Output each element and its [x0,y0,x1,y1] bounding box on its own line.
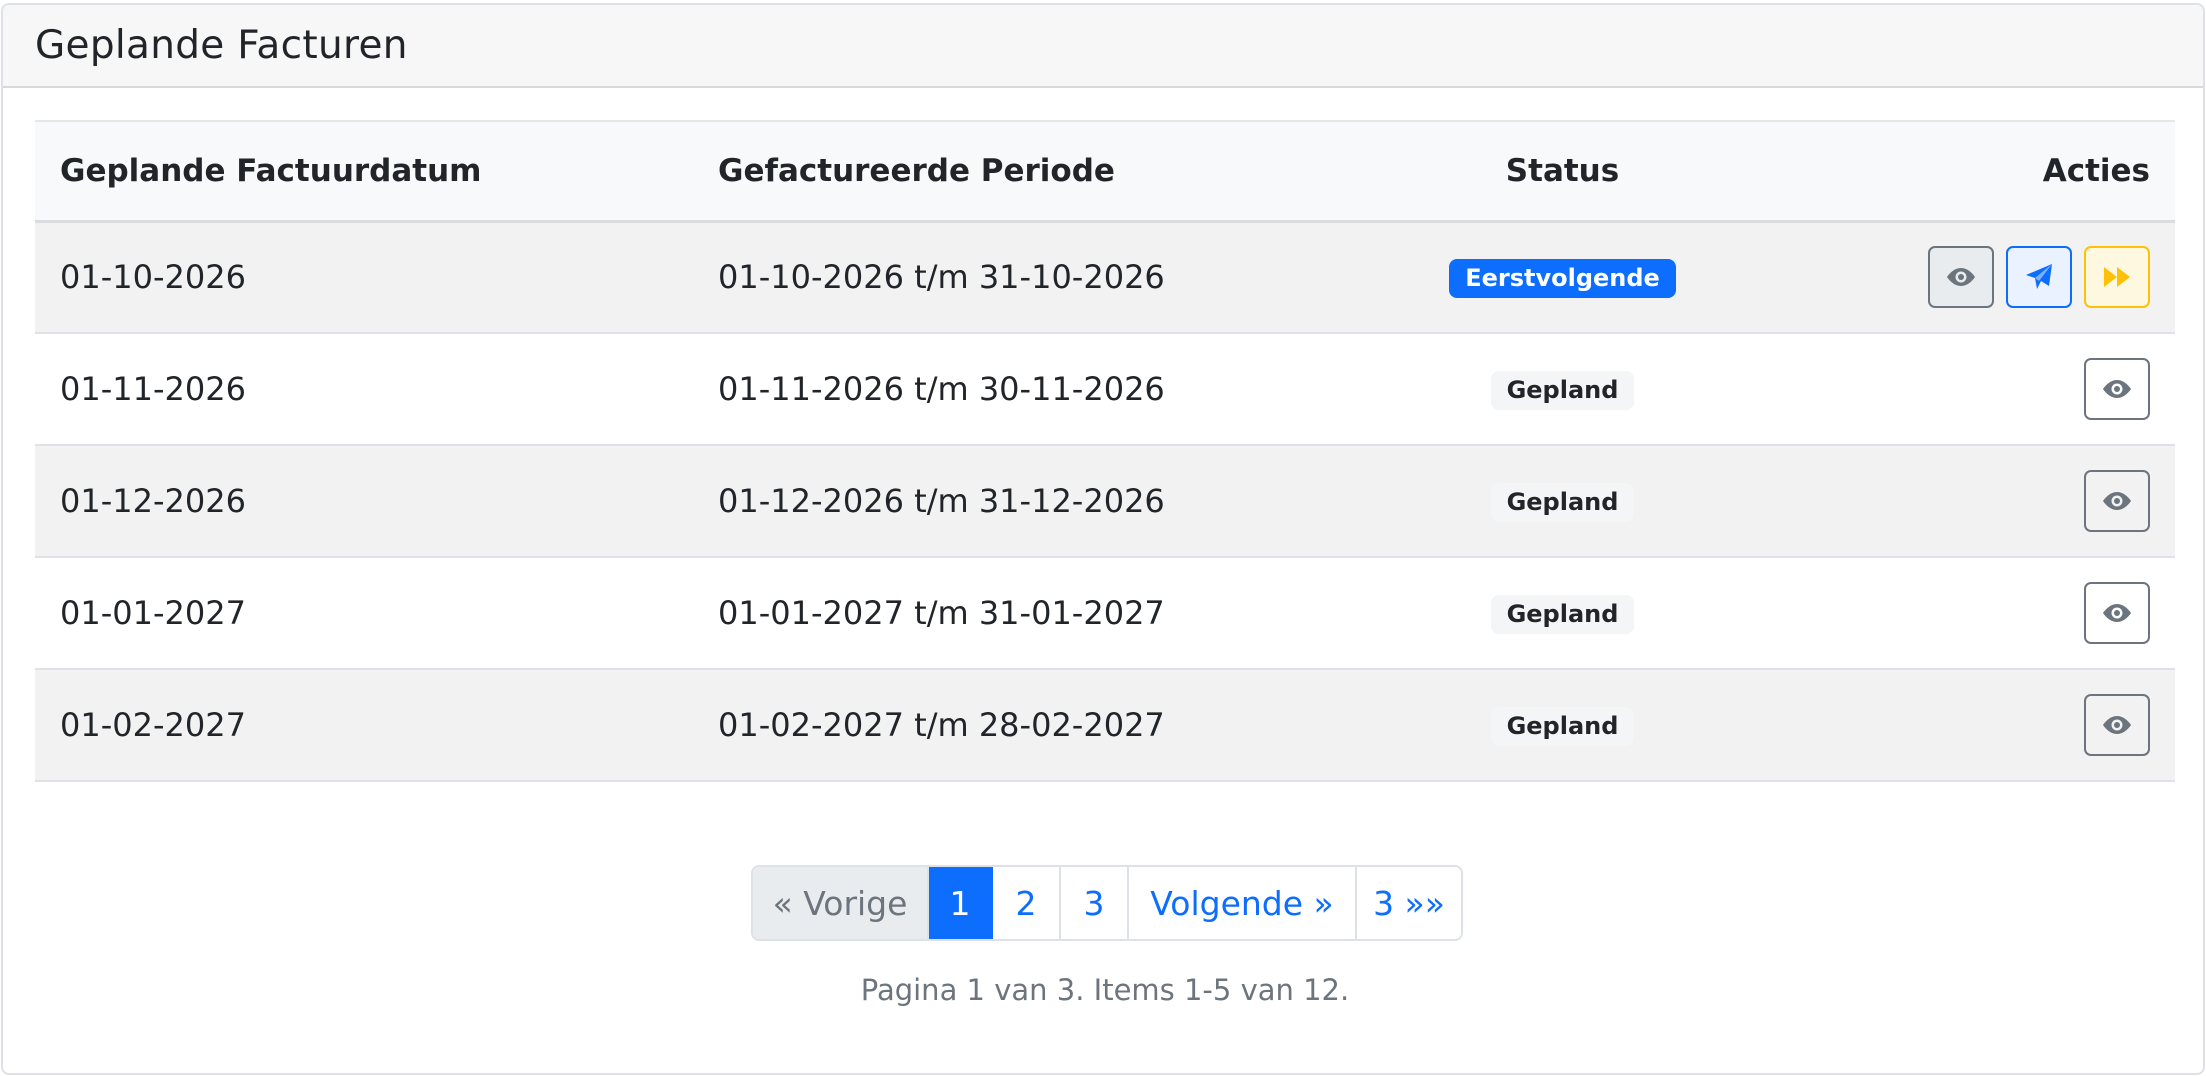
card-title: Geplande Facturen [35,23,408,68]
invoice-period: 01-11-2026 t/m 30-11-2026 [718,370,1165,408]
status-badge: Gepland [1490,595,1635,634]
table-row: 01-12-2026 01-12-2026 t/m 31-12-2026 Gep… [35,445,2175,557]
paper-plane-icon [2026,264,2052,290]
status-badge: Gepland [1490,483,1635,522]
pagination-page-2[interactable]: 2 [993,867,1061,939]
table-header-row: Geplande Factuurdatum Gefactureerde Peri… [35,121,2175,223]
pagination-page-1[interactable]: 1 [929,867,993,939]
row-actions [2084,582,2150,644]
view-button[interactable] [1928,246,1994,309]
status-badge: Eerstvolgende [1449,259,1676,299]
view-button[interactable] [2084,470,2150,532]
table-row: 01-02-2027 01-02-2027 t/m 28-02-2027 Gep… [35,669,2175,781]
pagination-previous: « Vorige [753,867,929,939]
invoice-date: 01-10-2026 [60,258,246,297]
view-button[interactable] [2084,358,2150,420]
send-button[interactable] [2006,246,2072,309]
pagination: « Vorige 1 2 3 Volgende » 3 »» [751,865,1463,941]
invoice-period: 01-01-2027 t/m 31-01-2027 [718,594,1165,632]
invoice-period: 01-10-2026 t/m 31-10-2026 [718,258,1165,297]
fast-forward-icon [2104,267,2130,288]
status-badge: Gepland [1490,371,1635,410]
invoice-date: 01-02-2027 [60,706,246,744]
eye-icon [1947,268,1975,287]
pagination-page-3[interactable]: 3 [1061,867,1129,939]
view-button[interactable] [2084,582,2150,644]
status-badge: Gepland [1490,707,1635,746]
row-actions [2084,694,2150,756]
invoice-date: 01-01-2027 [60,594,246,632]
row-actions [1928,246,2150,309]
pagination-next[interactable]: Volgende » [1129,867,1357,939]
invoices-table-wrapper: Geplande Factuurdatum Gefactureerde Peri… [35,120,2175,782]
invoice-period: 01-02-2027 t/m 28-02-2027 [718,706,1165,744]
pagination-summary: Pagina 1 van 3. Items 1-5 van 12. [860,973,1350,1007]
invoice-date: 01-11-2026 [60,370,246,408]
scheduled-invoices-card: Geplande Facturen Geplande Factuurdatum … [1,3,2205,1075]
eye-icon [2103,492,2131,510]
table-row: 01-11-2026 01-11-2026 t/m 30-11-2026 Gep… [35,333,2175,445]
row-actions [2084,358,2150,420]
fast-forward-button[interactable] [2084,246,2150,309]
invoices-table: Geplande Factuurdatum Gefactureerde Peri… [35,120,2175,782]
header-status: Status [1351,121,1774,223]
invoice-period: 01-12-2026 t/m 31-12-2026 [718,482,1165,520]
eye-icon [2103,716,2131,734]
header-period: Gefactureerde Periode [693,121,1351,223]
eye-icon [2103,380,2131,398]
view-button[interactable] [2084,694,2150,756]
header-date: Geplande Factuurdatum [35,121,693,223]
invoice-date: 01-12-2026 [60,482,246,520]
header-actions: Acties [1774,121,2175,223]
row-actions [2084,470,2150,532]
card-header: Geplande Facturen [3,5,2203,88]
pagination-last[interactable]: 3 »» [1357,867,1461,939]
table-row: 01-01-2027 01-01-2027 t/m 31-01-2027 Gep… [35,557,2175,669]
eye-icon [2103,604,2131,622]
table-row: 01-10-2026 01-10-2026 t/m 31-10-2026 Eer… [35,221,2175,333]
